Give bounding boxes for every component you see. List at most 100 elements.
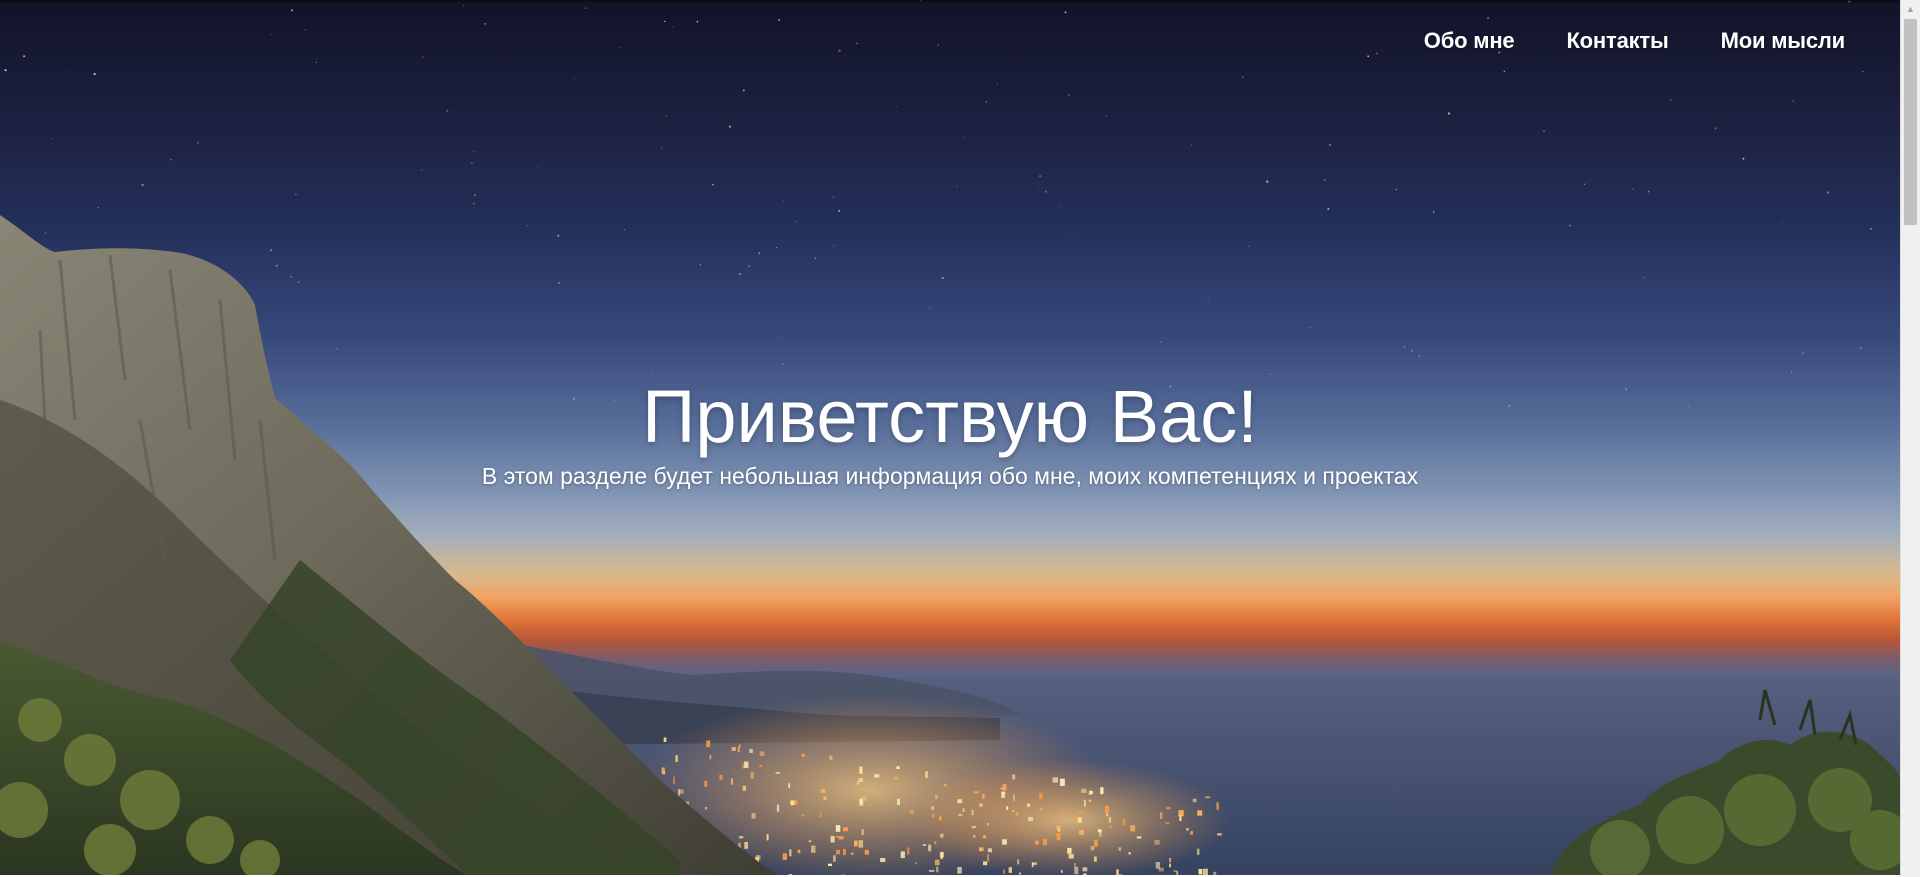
city-light [1039, 792, 1043, 800]
scrollbar-thumb[interactable] [1904, 19, 1917, 225]
city-light [1197, 810, 1203, 816]
city-light [739, 836, 744, 839]
city-light [1108, 817, 1112, 823]
city-light [928, 844, 932, 852]
city-light [1192, 798, 1197, 803]
city-light [1012, 810, 1015, 812]
city-light [859, 766, 863, 774]
city-light [751, 813, 756, 819]
city-light [706, 740, 711, 748]
city-light [801, 753, 805, 757]
city-light [1008, 867, 1012, 873]
city-light [742, 785, 746, 791]
city-light [987, 854, 989, 862]
city-light [782, 853, 787, 860]
page-scrollbar[interactable]: ▲ [1900, 0, 1920, 877]
hero-title: Приветствую Вас! [642, 375, 1258, 458]
city-light [776, 804, 780, 812]
city-light [962, 808, 965, 812]
city-light [957, 799, 962, 804]
city-light [836, 849, 840, 855]
city-light [1012, 774, 1016, 780]
city-light [1205, 796, 1211, 799]
city-light [850, 852, 854, 855]
city-light [1169, 863, 1171, 868]
nav-link-about[interactable]: Обо мне [1424, 28, 1515, 54]
city-light [1017, 859, 1020, 865]
city-light [1061, 811, 1065, 814]
city-light [861, 796, 867, 801]
city-light [1027, 816, 1034, 822]
city-light [749, 749, 753, 753]
city-light [731, 747, 736, 751]
page-viewport: Обо мне Контакты Мои мысли Приветствую В… [0, 0, 1900, 877]
city-light [1105, 805, 1109, 813]
city-light [1084, 799, 1086, 807]
city-light [982, 793, 985, 799]
city-light [987, 848, 992, 853]
city-light [709, 754, 712, 760]
city-light [833, 855, 836, 862]
city-light [1088, 793, 1091, 795]
city-light [1128, 852, 1131, 855]
city-light [936, 866, 939, 873]
city-light [931, 806, 934, 810]
city-light [663, 737, 667, 742]
city-light [759, 764, 762, 767]
city-light [829, 755, 833, 760]
city-light [957, 867, 962, 874]
city-light [823, 796, 827, 800]
city-light [1068, 853, 1074, 859]
city-light [820, 788, 826, 793]
city-light [934, 841, 937, 844]
city-light [1035, 840, 1039, 845]
city-light [907, 847, 910, 855]
city-light [1006, 806, 1009, 810]
chevron-up-icon[interactable]: ▲ [1901, 0, 1920, 17]
main-nav: Обо мне Контакты Мои мысли [1424, 28, 1845, 54]
city-light [1198, 869, 1203, 875]
city-light [843, 827, 848, 832]
city-light [925, 771, 928, 779]
city-light [1090, 846, 1095, 851]
city-light [1056, 833, 1061, 841]
city-light [983, 835, 987, 839]
city-light [1000, 787, 1004, 790]
city-light [1077, 817, 1082, 823]
city-light [1001, 791, 1005, 798]
city-light [874, 774, 880, 778]
city-light [1003, 869, 1005, 875]
city-light [678, 788, 680, 796]
city-light [673, 776, 675, 785]
nav-link-thoughts[interactable]: Мои мысли [1721, 28, 1846, 54]
city-light [1118, 847, 1122, 851]
city-light [1082, 867, 1088, 872]
city-light [861, 829, 864, 836]
city-light [934, 859, 940, 866]
city-light [737, 747, 740, 753]
city-light [1154, 840, 1160, 845]
city-light [1031, 863, 1034, 868]
city-light [971, 826, 976, 829]
city-light [819, 811, 822, 818]
city-light [979, 803, 983, 807]
city-light [896, 766, 900, 769]
city-light [808, 840, 812, 843]
city-light [1097, 829, 1102, 833]
city-light [738, 744, 741, 748]
city-light [704, 780, 708, 787]
city-light [1077, 811, 1083, 814]
city-light [1015, 811, 1019, 816]
city-light [1074, 866, 1079, 875]
city-light [880, 858, 886, 862]
city-light [893, 776, 899, 780]
city-light [838, 836, 844, 840]
nav-link-contacts[interactable]: Контакты [1566, 28, 1668, 54]
city-light [794, 800, 798, 805]
city-light [1109, 825, 1112, 828]
city-light [744, 842, 748, 849]
city-light [864, 849, 869, 855]
city-light [1056, 825, 1061, 830]
city-light [801, 814, 805, 817]
city-light [1136, 836, 1142, 839]
